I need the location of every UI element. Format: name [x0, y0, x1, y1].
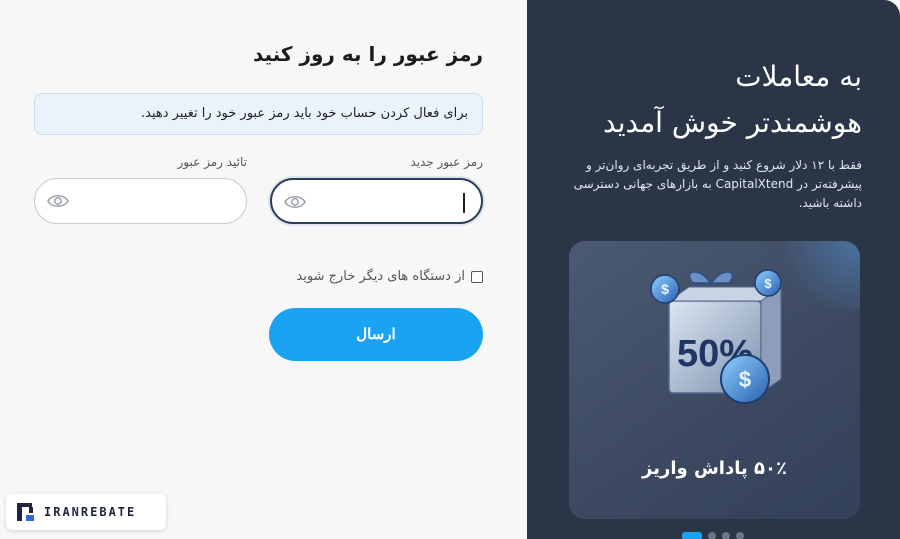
iranrebate-watermark: IRANREBATE [6, 494, 166, 530]
logout-other-devices-checkbox[interactable] [471, 270, 483, 283]
iranrebate-logo-icon [17, 503, 34, 521]
promo-description: فقط با ۱۲ دلار شروع کنید و از طریق تجربه… [573, 158, 862, 210]
svg-text:$: $ [661, 281, 669, 297]
carousel-dots [682, 532, 744, 539]
eye-icon[interactable] [284, 193, 306, 211]
promo-heading: به معاملات هوشمندتر خوش آمدید [562, 54, 862, 146]
confirm-password-label: تائید رمز عبور [177, 155, 247, 169]
new-password-input[interactable] [318, 188, 468, 216]
promo-panel: به معاملات هوشمندتر خوش آمدید فقط با ۱۲ … [527, 0, 900, 539]
carousel-dot[interactable] [736, 532, 744, 539]
new-password-field[interactable] [270, 178, 483, 224]
text-caret [463, 193, 465, 213]
bonus-illustration: 50% $ $ $ [650, 269, 783, 404]
info-alert: برای فعال کردن حساب خود باید رمز عبور خو… [34, 93, 483, 135]
carousel-dot[interactable] [682, 532, 702, 539]
svg-text:$: $ [739, 367, 751, 392]
eye-icon[interactable] [47, 192, 69, 210]
watermark-text: IRANREBATE [44, 505, 137, 519]
carousel-dot[interactable] [722, 532, 730, 539]
logout-other-devices-label: از دستگاه های دیگر خارج شوید [296, 269, 465, 284]
bonus-caption: ۵۰٪ پاداش واریز [642, 458, 787, 479]
promo-heading-line-2: هوشمندتر خوش آمدید [603, 106, 862, 139]
new-password-label: رمز عبور جدید [410, 155, 483, 169]
password-form-panel: رمز عبور را به روز کنید برای فعال کردن ح… [0, 0, 527, 539]
logout-other-devices-row[interactable]: از دستگاه های دیگر خارج شوید [296, 269, 483, 284]
svg-text:$: $ [764, 276, 772, 291]
submit-button[interactable]: ارسال [269, 308, 483, 361]
confirm-password-field[interactable] [34, 178, 247, 224]
confirm-password-input[interactable] [81, 187, 231, 215]
promo-heading-line-1: به معاملات [735, 60, 862, 93]
carousel-dot[interactable] [708, 532, 716, 539]
bonus-card: 50% $ $ $ ۵۰٪ پاداش واریز [569, 241, 860, 519]
page-title: رمز عبور را به روز کنید [252, 42, 483, 66]
